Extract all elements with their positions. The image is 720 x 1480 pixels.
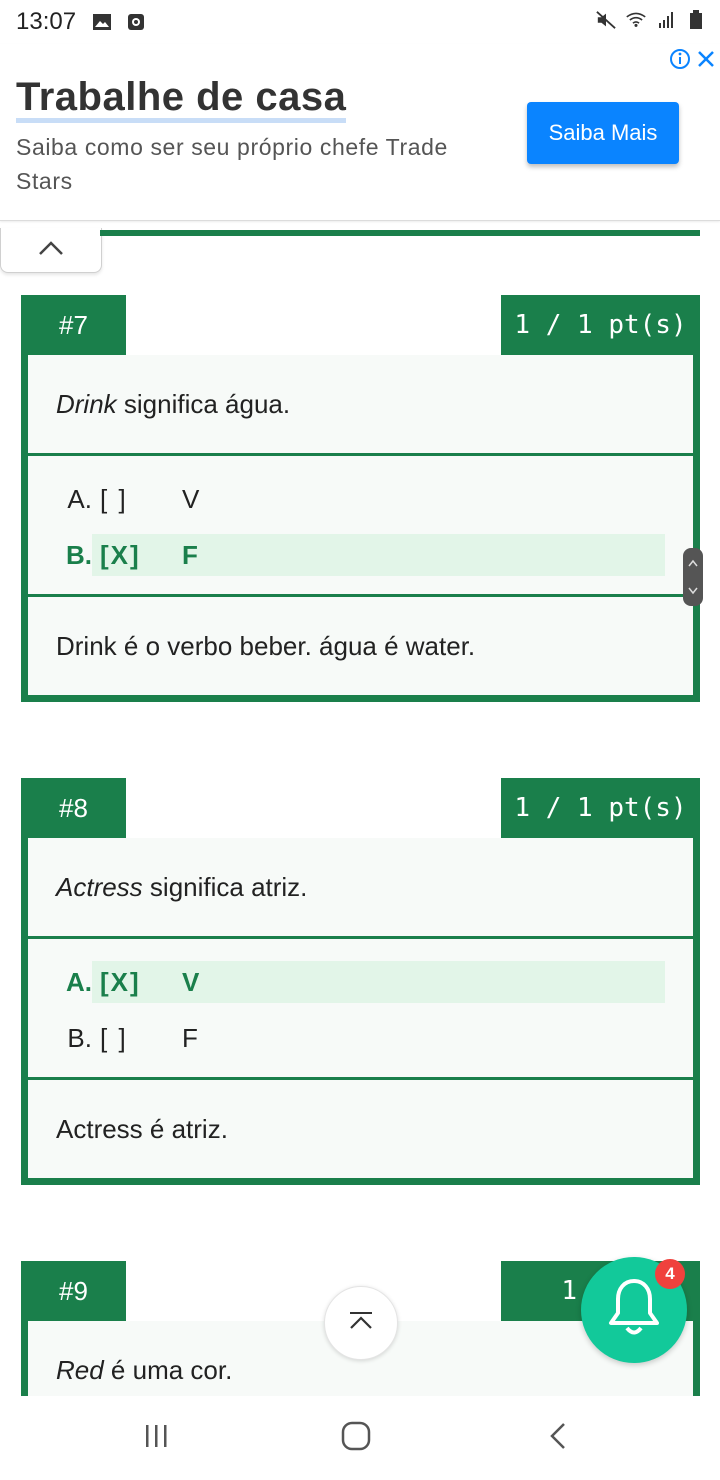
question-rest: é uma cor.: [103, 1354, 233, 1385]
recent-apps-icon: [142, 1423, 170, 1454]
status-time: 13:07: [16, 8, 77, 35]
ad-info-icon[interactable]: [669, 48, 691, 75]
question-term: Drink: [56, 388, 117, 419]
question-text: Actress significa atriz.: [28, 838, 693, 936]
question-number: #9: [21, 1261, 126, 1321]
back-icon: [548, 1422, 568, 1455]
mute-icon: [596, 10, 616, 30]
status-bar: 13:07: [0, 0, 720, 44]
option-a[interactable]: A. [ ] V: [56, 478, 665, 520]
question-text: Drink significa água.: [28, 355, 693, 453]
scrollbar-handle[interactable]: [683, 548, 703, 606]
question-term: Actress: [56, 871, 143, 902]
notification-badge: 4: [655, 1259, 685, 1289]
ad-title[interactable]: Trabalhe de casa: [16, 76, 347, 123]
question-number: #7: [21, 295, 126, 355]
section-divider: [100, 230, 700, 236]
image-icon: [92, 12, 112, 32]
option-a[interactable]: A. [X] V: [56, 961, 665, 1003]
option-value: V: [182, 483, 200, 514]
option-checkbox: [ ]: [100, 483, 128, 514]
option-b[interactable]: B. [X] F: [56, 534, 665, 576]
scroll-to-top-button[interactable]: [324, 1286, 398, 1360]
option-b[interactable]: B. [ ] F: [56, 1017, 665, 1059]
collapse-ad-button[interactable]: [0, 228, 102, 273]
chevron-up-icon: [37, 240, 65, 261]
question-rest: significa água.: [116, 388, 291, 419]
question-number: #8: [21, 778, 126, 838]
notification-box-icon: [126, 12, 146, 32]
battery-icon: [686, 10, 706, 30]
wifi-icon: [626, 10, 646, 30]
question-card-8: #8 1 / 1 pt(s) Actress significa atriz. …: [21, 778, 700, 1185]
option-value: V: [182, 966, 200, 997]
signal-icon: [656, 10, 676, 30]
answer-explanation: Drink é o verbo beber. água é water.: [28, 597, 693, 695]
ad-banner[interactable]: Trabalhe de casa Saiba como ser seu próp…: [0, 44, 720, 221]
option-value: F: [182, 539, 198, 570]
recent-apps-button[interactable]: [136, 1420, 176, 1456]
question-points: 1 / 1 pt(s): [501, 295, 700, 355]
home-button[interactable]: [336, 1420, 376, 1456]
back-button[interactable]: [538, 1420, 578, 1456]
question-term: Red: [56, 1354, 104, 1385]
question-card-7: #7 1 / 1 pt(s) Drink significa água. A. …: [21, 295, 700, 702]
ad-cta-button[interactable]: Saiba Mais: [527, 102, 679, 164]
home-icon: [341, 1421, 371, 1456]
bell-icon: [603, 1275, 665, 1346]
ad-subtitle[interactable]: Saiba como ser seu próprio chefe Trade S…: [16, 130, 506, 198]
chevron-up-bar-icon: [347, 1311, 375, 1336]
answer-options: A. [ ] V B. [X] F: [28, 456, 693, 594]
option-checkbox: [ ]: [100, 1022, 128, 1053]
option-checkbox: [X]: [100, 539, 141, 570]
question-points: 1 / 1 pt(s): [501, 778, 700, 838]
question-rest: significa atriz.: [142, 871, 308, 902]
option-checkbox: [X]: [100, 966, 141, 997]
option-value: F: [182, 1022, 198, 1053]
answer-explanation: Actress é atriz.: [28, 1080, 693, 1178]
answer-options: A. [X] V B. [ ] F: [28, 939, 693, 1077]
system-nav-bar: [0, 1396, 720, 1480]
ad-close-icon[interactable]: [696, 48, 716, 75]
